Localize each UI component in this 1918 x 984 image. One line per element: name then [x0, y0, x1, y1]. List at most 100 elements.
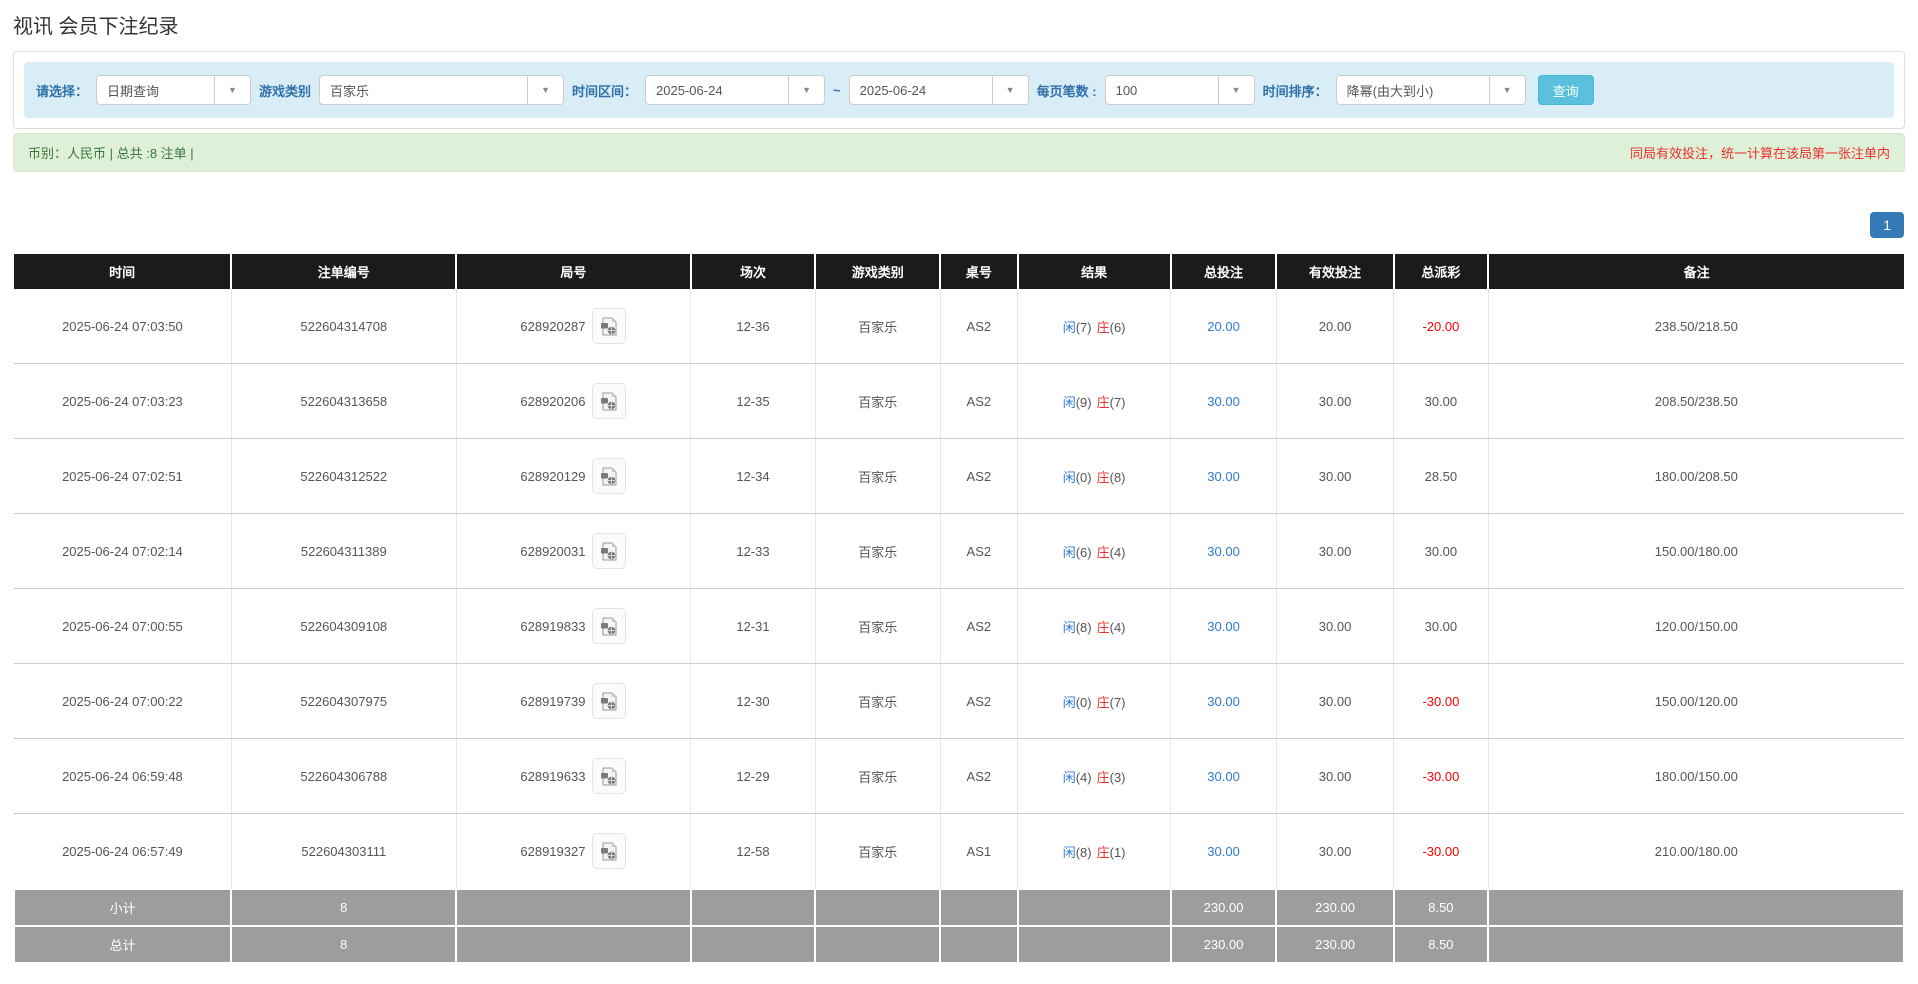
cell-valid-bet: 30.00: [1275, 588, 1394, 664]
subtotal-label: 小计: [12, 888, 233, 927]
video-replay-button[interactable]: [592, 683, 627, 719]
round-number: 628920287: [520, 318, 586, 334]
header-remark: 备注: [1487, 254, 1904, 289]
cell-result: 闲(0) 庄(7): [1017, 663, 1171, 739]
total-bet-link[interactable]: 30.00: [1207, 394, 1240, 409]
grand-total-total-bet: 230.00: [1169, 925, 1278, 964]
chevron-down-icon: ▼: [527, 76, 564, 104]
header-bet-id: 注单编号: [230, 254, 457, 289]
result-banker-label: 庄: [1096, 694, 1110, 710]
cell-table-no: AS2: [939, 588, 1018, 664]
result-player-count: (8): [1075, 844, 1092, 860]
date-from-select[interactable]: 2025-06-24 ▼: [645, 75, 826, 105]
cell-game-type: 百家乐: [814, 363, 941, 439]
cell-total-bet: 30.00: [1170, 513, 1277, 589]
round-number: 628920206: [520, 393, 586, 409]
page-size-label: 每页笔数 :: [1036, 83, 1097, 99]
result-player-label: 闲: [1062, 469, 1076, 485]
total-bet-link[interactable]: 30.00: [1207, 844, 1240, 859]
cell-remark: 180.00/150.00: [1487, 738, 1904, 814]
cell-valid-bet: 20.00: [1275, 289, 1394, 364]
chevron-down-icon: ▼: [1488, 76, 1525, 104]
cell-valid-bet: 30.00: [1275, 513, 1394, 589]
cell-game-type: 百家乐: [814, 813, 941, 890]
cell-game-type: 百家乐: [814, 588, 941, 664]
cell-session: 12-35: [690, 363, 816, 439]
game-type-select[interactable]: 百家乐 ▼: [319, 75, 565, 105]
header-result: 结果: [1016, 254, 1171, 289]
table-row: 2025-06-24 07:03:23 522604313658 628920206…: [14, 363, 1904, 439]
page-button-1[interactable]: 1: [1870, 212, 1904, 238]
subtotal-total-bet: 230.00: [1169, 888, 1278, 927]
cell-game-type: 百家乐: [814, 663, 941, 739]
cell-table-no: AS2: [939, 738, 1018, 814]
cell-empty: [455, 888, 692, 927]
cell-empty: [939, 888, 1019, 927]
total-bet-link[interactable]: 30.00: [1207, 544, 1240, 559]
cell-empty: [455, 925, 692, 964]
video-replay-button[interactable]: [592, 758, 627, 794]
valid-bet-note: 同局有效投注，统一计算在该局第一张注单内: [1629, 146, 1890, 161]
table-row: 2025-06-24 07:02:14 522604311389 628920031…: [14, 513, 1904, 589]
cell-remark: 238.50/218.50: [1487, 289, 1904, 364]
cell-payout: 30.00: [1393, 588, 1489, 664]
result-player-count: (0): [1075, 694, 1092, 710]
video-replay-button[interactable]: [592, 383, 627, 419]
query-button[interactable]: 查询: [1537, 75, 1594, 105]
total-bet-link[interactable]: 30.00: [1207, 769, 1240, 784]
cell-round-id: 628920031: [455, 513, 691, 589]
cell-bet-id: 522604307975: [230, 663, 457, 739]
cell-round-id: 628919633: [455, 738, 691, 814]
table-row: 2025-06-24 07:00:22 522604307975 628919739…: [14, 663, 1904, 739]
page-size-select[interactable]: 100 ▼: [1104, 75, 1255, 105]
sort-order-select[interactable]: 降幂(由大到小) ▼: [1335, 75, 1526, 105]
cell-session: 12-29: [690, 738, 816, 814]
query-type-select[interactable]: 日期查询 ▼: [96, 75, 252, 105]
date-from-value: 2025-06-24: [656, 82, 723, 98]
result-player-label: 闲: [1062, 619, 1076, 635]
cell-time: 2025-06-24 07:02:14: [14, 513, 232, 589]
result-player-label: 闲: [1062, 319, 1076, 335]
cell-total-bet: 30.00: [1170, 813, 1277, 890]
result-player-label: 闲: [1062, 769, 1076, 785]
result-player-count: (0): [1075, 469, 1092, 485]
video-replay-button[interactable]: [592, 833, 627, 869]
cell-table-no: AS2: [939, 438, 1018, 514]
game-type-label: 游戏类别: [259, 83, 312, 99]
result-banker-label: 庄: [1096, 544, 1110, 560]
video-replay-button[interactable]: [592, 608, 627, 644]
cell-total-bet: 20.00: [1170, 289, 1277, 364]
total-bet-link[interactable]: 30.00: [1207, 694, 1240, 709]
video-file-icon: [601, 617, 617, 635]
date-to-select[interactable]: 2025-06-24 ▼: [848, 75, 1029, 105]
cell-session: 12-34: [690, 438, 816, 514]
video-replay-button[interactable]: [592, 458, 627, 494]
cell-table-no: AS1: [939, 813, 1018, 890]
result-banker-count: (4): [1109, 619, 1126, 635]
result-banker-count: (7): [1109, 394, 1126, 410]
chevron-down-icon: ▼: [214, 76, 251, 104]
total-bet-link[interactable]: 30.00: [1207, 619, 1240, 634]
total-bet-link[interactable]: 20.00: [1207, 319, 1240, 334]
subtotal-payout: 8.50: [1392, 888, 1490, 927]
cell-game-type: 百家乐: [814, 438, 941, 514]
cell-result: 闲(9) 庄(7): [1017, 363, 1171, 439]
cell-payout: -30.00: [1393, 663, 1489, 739]
date-to-value: 2025-06-24: [859, 82, 927, 98]
cell-time: 2025-06-24 07:02:51: [14, 438, 232, 514]
video-replay-button[interactable]: [592, 308, 627, 344]
header-total-bet: 总投注: [1169, 254, 1277, 289]
total-bet-link[interactable]: 30.00: [1207, 469, 1240, 484]
result-banker-count: (3): [1109, 769, 1126, 785]
video-replay-button[interactable]: [592, 533, 627, 569]
header-table-no: 桌号: [939, 254, 1018, 289]
video-file-icon: [601, 767, 617, 785]
cell-session: 12-31: [690, 588, 816, 664]
result-player-label: 闲: [1062, 544, 1076, 560]
result-player-count: (7): [1075, 319, 1092, 335]
video-file-icon: [601, 317, 617, 335]
cell-result: 闲(7) 庄(6): [1017, 289, 1171, 364]
round-number: 628919739: [520, 693, 586, 709]
chevron-down-icon: ▼: [1217, 76, 1254, 104]
cell-empty: [939, 925, 1019, 964]
